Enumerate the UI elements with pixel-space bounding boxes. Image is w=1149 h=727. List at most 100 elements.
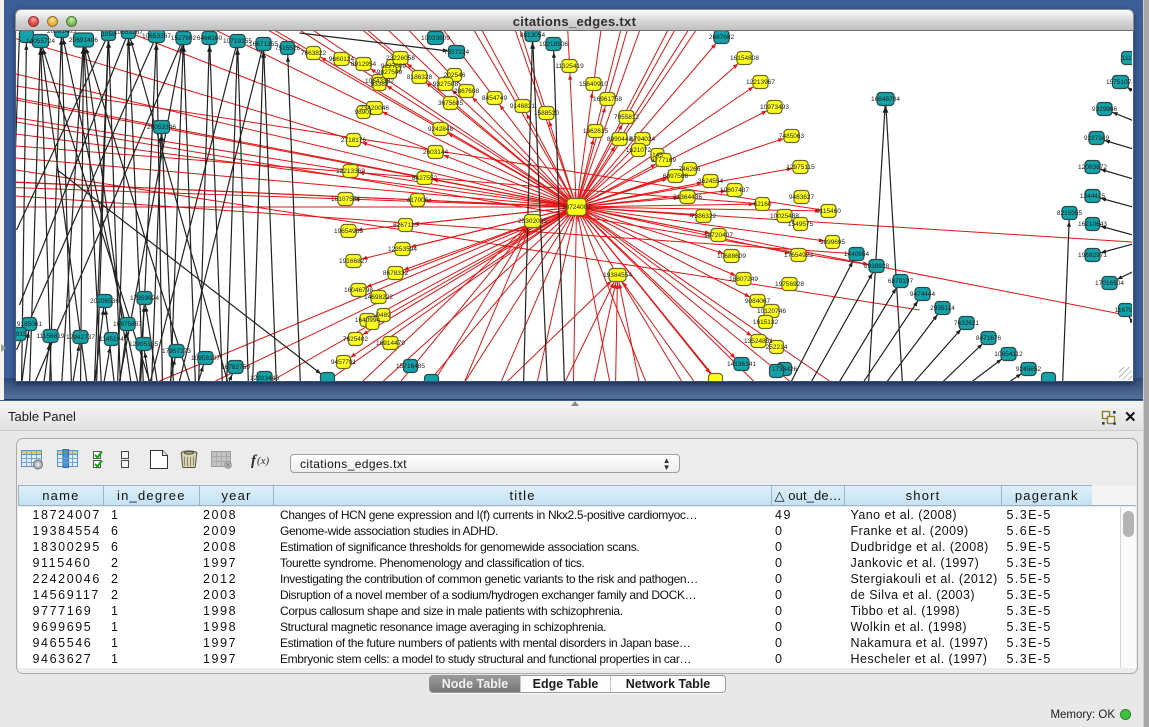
svg-text:7515526: 7515526 bbox=[275, 45, 301, 52]
svg-text:9185061: 9185061 bbox=[17, 321, 43, 328]
svg-text:116753: 116753 bbox=[1115, 307, 1132, 314]
svg-text:15751074: 15751074 bbox=[1106, 79, 1132, 86]
svg-text:1527602: 1527602 bbox=[171, 35, 197, 42]
svg-text:9777169: 9777169 bbox=[651, 157, 677, 164]
svg-text:9115460: 9115460 bbox=[816, 208, 841, 215]
svg-text:12975115: 12975115 bbox=[786, 164, 815, 171]
svg-text:6897568: 6897568 bbox=[663, 173, 689, 180]
svg-text:9227349: 9227349 bbox=[1084, 135, 1110, 142]
svg-text:10033809: 10033809 bbox=[421, 35, 450, 42]
svg-text:62160: 62160 bbox=[753, 201, 771, 208]
svg-text:8267110: 8267110 bbox=[393, 222, 418, 229]
svg-text:23226058: 23226058 bbox=[386, 55, 415, 62]
svg-text:417006: 417006 bbox=[407, 197, 429, 204]
svg-text:10719155: 10719155 bbox=[223, 38, 252, 45]
svg-text:2603144: 2603144 bbox=[423, 149, 449, 156]
svg-text:17654923: 17654923 bbox=[784, 252, 813, 259]
svg-text:12923446: 12923446 bbox=[250, 375, 279, 381]
svg-text:11156819: 11156819 bbox=[37, 333, 65, 340]
svg-text:8215955: 8215955 bbox=[1057, 210, 1083, 217]
svg-text:7632621: 7632621 bbox=[954, 320, 980, 327]
svg-text:1733426: 1733426 bbox=[772, 366, 798, 373]
svg-text:8938928: 8938928 bbox=[864, 263, 890, 270]
svg-text:14055724: 14055724 bbox=[26, 38, 55, 45]
svg-text:16914479: 16914479 bbox=[376, 340, 405, 347]
svg-text:9146821: 9146821 bbox=[510, 103, 536, 110]
svg-text:1362615: 1362615 bbox=[583, 128, 609, 135]
svg-text:18724007: 18724007 bbox=[562, 204, 591, 211]
svg-text:8990448: 8990448 bbox=[607, 136, 633, 143]
svg-text:12093872: 12093872 bbox=[1078, 164, 1107, 171]
svg-text:15640910: 15640910 bbox=[579, 81, 608, 88]
svg-text:10688609: 10688609 bbox=[717, 253, 746, 260]
svg-text:25302035: 25302035 bbox=[518, 218, 547, 225]
svg-text:10653267: 10653267 bbox=[142, 33, 171, 40]
svg-text:7663822: 7663822 bbox=[301, 50, 327, 57]
svg-text:2935114: 2935114 bbox=[930, 305, 955, 312]
svg-text:16782759: 16782759 bbox=[221, 364, 250, 371]
svg-text:9463627: 9463627 bbox=[789, 194, 815, 201]
svg-text:10807487: 10807487 bbox=[720, 187, 749, 194]
svg-text:9899695: 9899695 bbox=[820, 239, 846, 246]
svg-text:19654985: 19654985 bbox=[334, 228, 363, 235]
svg-text:10973493: 10973493 bbox=[760, 104, 789, 111]
svg-text:20206536: 20206536 bbox=[90, 298, 119, 305]
svg-text:14698222: 14698222 bbox=[364, 294, 393, 301]
svg-text:2718176: 2718176 bbox=[341, 137, 367, 144]
svg-text:746266: 746266 bbox=[679, 166, 701, 173]
svg-text:10120746: 10120746 bbox=[757, 308, 786, 315]
svg-text:9474444: 9474444 bbox=[910, 291, 936, 298]
svg-text:8912954: 8912954 bbox=[351, 61, 377, 68]
svg-text:3675685: 3675685 bbox=[438, 100, 464, 107]
svg-text:2687682: 2687682 bbox=[709, 34, 735, 41]
svg-text:939151: 939151 bbox=[16, 331, 31, 338]
svg-text:1117: 1117 bbox=[1122, 55, 1132, 62]
svg-text:12213967: 12213967 bbox=[746, 79, 775, 86]
svg-text:12353594: 12353594 bbox=[388, 246, 417, 253]
svg-text:10653267: 10653267 bbox=[114, 31, 143, 36]
svg-text:9245652: 9245652 bbox=[1016, 366, 1042, 373]
svg-text:16046798: 16046798 bbox=[344, 287, 373, 294]
svg-text:7357224: 7357224 bbox=[444, 49, 470, 56]
svg-text:7625402: 7625402 bbox=[343, 336, 369, 343]
svg-text:9242848: 9242848 bbox=[428, 126, 454, 133]
svg-text:16154808: 16154808 bbox=[730, 55, 759, 62]
svg-text:15716485: 15716485 bbox=[396, 363, 425, 370]
svg-text:14136141: 14136141 bbox=[727, 361, 756, 368]
svg-text:12213369: 12213369 bbox=[336, 168, 365, 175]
svg-text:10654112: 10654112 bbox=[994, 351, 1023, 358]
svg-text:7955812: 7955812 bbox=[614, 114, 640, 121]
svg-text:10975867: 10975867 bbox=[113, 321, 142, 328]
svg-text:1615132: 1615132 bbox=[753, 319, 779, 326]
svg-text:10958107: 10958107 bbox=[191, 355, 220, 362]
svg-text:19166827: 19166827 bbox=[339, 258, 368, 265]
svg-text:12942737: 12942737 bbox=[66, 334, 95, 341]
svg-text:1145194: 1145194 bbox=[99, 336, 124, 343]
svg-text:16648784: 16648784 bbox=[871, 96, 900, 103]
svg-text:8471676: 8471676 bbox=[976, 335, 1002, 342]
svg-text:7485063: 7485063 bbox=[779, 133, 805, 140]
svg-text:20591405: 20591405 bbox=[47, 31, 76, 35]
svg-text:1588520: 1588520 bbox=[534, 110, 560, 117]
svg-text:19756928: 19756928 bbox=[775, 281, 804, 288]
svg-text:9457791: 9457791 bbox=[331, 359, 357, 366]
svg-text:3624554: 3624554 bbox=[698, 178, 724, 185]
svg-text:1440954: 1440954 bbox=[844, 251, 870, 258]
svg-text:(x): (x) bbox=[257, 455, 270, 467]
svg-text:9329966: 9329966 bbox=[1092, 106, 1118, 113]
svg-text:19218506: 19218506 bbox=[539, 41, 568, 48]
svg-text:8427552: 8427552 bbox=[412, 175, 438, 182]
svg-text:252214: 252214 bbox=[766, 344, 788, 351]
svg-text:1244415: 1244415 bbox=[1080, 193, 1106, 200]
svg-text:19692971: 19692971 bbox=[1078, 252, 1107, 259]
svg-text:6794024: 6794024 bbox=[630, 136, 656, 143]
svg-text:9827509: 9827509 bbox=[377, 69, 403, 76]
svg-text:16210643: 16210643 bbox=[1078, 221, 1107, 228]
svg-text:17957273: 17957273 bbox=[162, 348, 191, 355]
svg-text:7386322: 7386322 bbox=[691, 213, 717, 220]
svg-text:11325419: 11325419 bbox=[555, 63, 584, 70]
svg-text:21364436: 21364436 bbox=[673, 194, 702, 201]
svg-text:17359924: 17359924 bbox=[130, 295, 159, 302]
svg-text:8678332: 8678332 bbox=[383, 270, 409, 277]
svg-text:19384554: 19384554 bbox=[603, 272, 632, 279]
